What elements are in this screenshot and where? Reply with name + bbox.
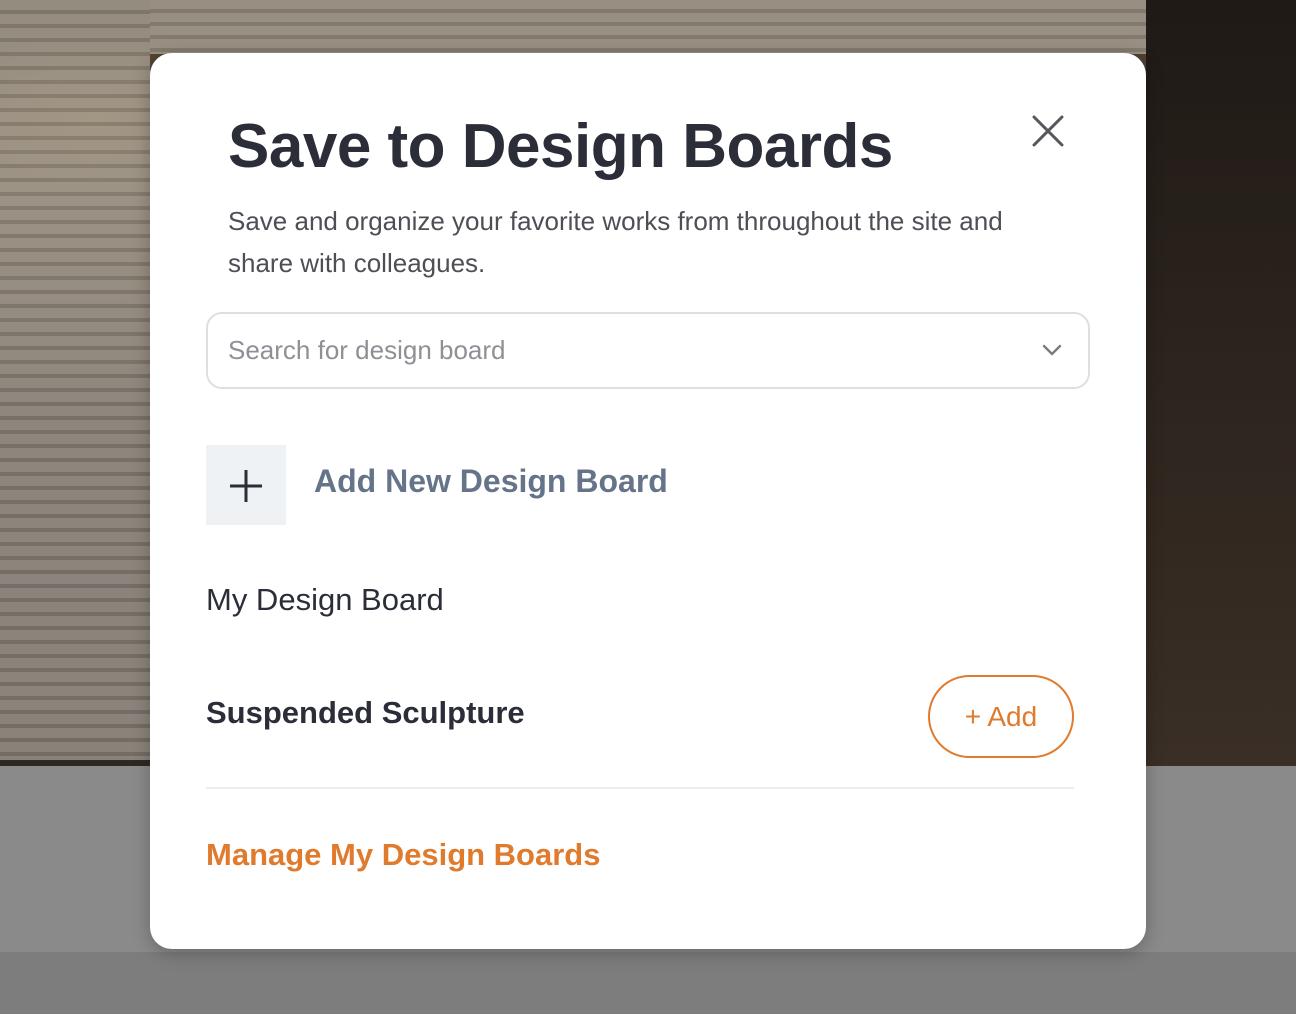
manage-design-boards-link[interactable]: Manage My Design Boards [206, 837, 600, 873]
add-new-design-board-button[interactable]: Add New Design Board [206, 445, 806, 525]
modal-title: Save to Design Boards [228, 112, 893, 181]
design-boards-modal: Save to Design Boards Save and organize … [150, 53, 1146, 949]
item-title: Suspended Sculpture [206, 695, 525, 730]
board-name: My Design Board [206, 582, 444, 617]
search-input[interactable] [228, 314, 1018, 387]
divider [206, 787, 1074, 789]
board-search-select[interactable] [206, 312, 1090, 389]
background-top-strip [150, 0, 1146, 54]
plus-icon [230, 470, 262, 502]
close-icon [1032, 115, 1064, 147]
background-page-bottom [0, 952, 1296, 1014]
add-new-board-label: Add New Design Board [314, 463, 668, 499]
add-to-board-button[interactable]: + Add [928, 675, 1074, 758]
chevron-down-icon[interactable] [1040, 340, 1064, 360]
background-right-shade [1146, 0, 1296, 766]
background-blinds [0, 0, 150, 760]
modal-description: Save and organize your favorite works fr… [228, 206, 1003, 278]
plus-icon-box[interactable] [206, 445, 286, 525]
close-button[interactable] [1028, 111, 1068, 151]
